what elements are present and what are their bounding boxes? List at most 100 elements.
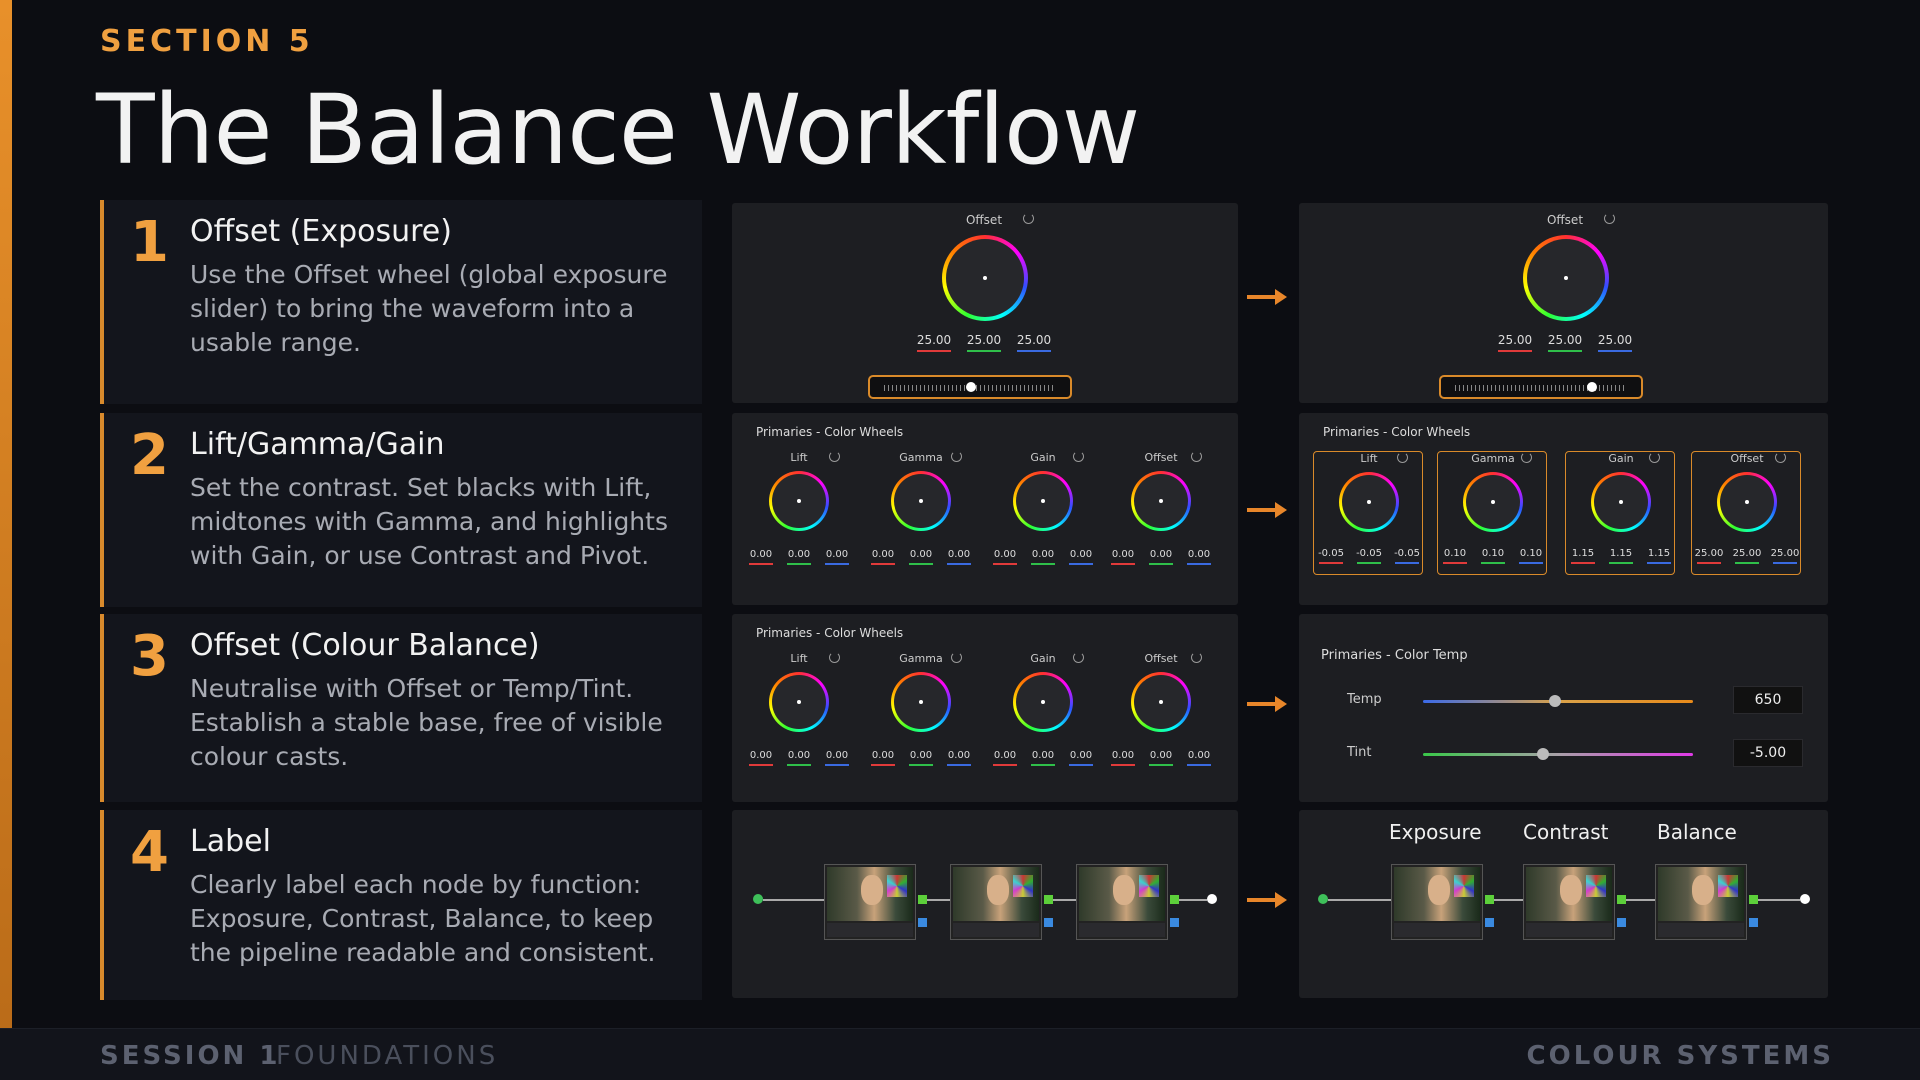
red-value[interactable]: 1.15 [1567, 548, 1599, 564]
green-value[interactable]: 0.00 [905, 549, 937, 565]
reset-icon[interactable] [1023, 213, 1034, 224]
node-thumbnail [827, 867, 913, 921]
reset-icon[interactable] [951, 652, 962, 663]
green-value[interactable]: 1.15 [1605, 548, 1637, 564]
red-value[interactable]: 0.00 [867, 549, 899, 565]
temp-slider-knob[interactable] [1549, 695, 1561, 707]
gamma-color-wheel[interactable] [891, 471, 951, 531]
tint-slider-track[interactable] [1423, 753, 1693, 756]
graph-output-dot[interactable] [1800, 894, 1810, 904]
blue-value[interactable]: -0.05 [1391, 548, 1423, 564]
offset-color-wheel[interactable] [1131, 471, 1191, 531]
corrector-node[interactable] [950, 864, 1042, 940]
red-value[interactable]: 0.10 [1439, 548, 1471, 564]
gamma-color-wheel[interactable] [1463, 472, 1523, 532]
green-value[interactable]: 0.00 [1027, 750, 1059, 766]
blue-value[interactable]: 0.00 [1065, 750, 1097, 766]
reset-icon[interactable] [1775, 452, 1786, 463]
reset-icon[interactable] [1191, 451, 1202, 462]
red-value[interactable]: 0.00 [989, 549, 1021, 565]
reset-icon[interactable] [1649, 452, 1660, 463]
key-output-handle[interactable] [1170, 918, 1179, 927]
key-output-handle[interactable] [1749, 918, 1758, 927]
red-value[interactable]: 0.00 [989, 750, 1021, 766]
offset-color-wheel[interactable] [1131, 672, 1191, 732]
corrector-node[interactable] [1523, 864, 1615, 940]
key-output-handle[interactable] [1485, 918, 1494, 927]
blue-value[interactable]: 0.00 [943, 549, 975, 565]
offset-color-wheel[interactable] [942, 235, 1028, 321]
blue-value[interactable]: 25.00 [1769, 548, 1801, 564]
red-value[interactable]: 0.00 [1107, 750, 1139, 766]
reset-icon[interactable] [829, 451, 840, 462]
blue-value[interactable]: 0.00 [1183, 549, 1215, 565]
gain-color-wheel[interactable] [1013, 471, 1073, 531]
rgb-output-handle[interactable] [1485, 895, 1494, 904]
red-value[interactable]: 0.00 [745, 750, 777, 766]
reset-icon[interactable] [1191, 652, 1202, 663]
green-value[interactable]: 25.00 [963, 333, 1005, 352]
lift-color-wheel[interactable] [1339, 472, 1399, 532]
graph-input-dot[interactable] [753, 894, 763, 904]
red-value[interactable]: -0.05 [1315, 548, 1347, 564]
tint-slider-knob[interactable] [1537, 748, 1549, 760]
blue-value[interactable]: 0.00 [943, 750, 975, 766]
rgb-output-handle[interactable] [918, 895, 927, 904]
green-value[interactable]: 0.00 [1145, 750, 1177, 766]
graph-input-dot[interactable] [1318, 894, 1328, 904]
key-output-handle[interactable] [918, 918, 927, 927]
reset-icon[interactable] [951, 451, 962, 462]
blue-value[interactable]: 0.00 [1183, 750, 1215, 766]
green-value[interactable]: 0.00 [1027, 549, 1059, 565]
lift-color-wheel[interactable] [769, 471, 829, 531]
offset-master-slider[interactable] [868, 375, 1072, 399]
offset-master-slider[interactable] [1439, 375, 1643, 399]
red-value[interactable]: 0.00 [745, 549, 777, 565]
reset-icon[interactable] [829, 652, 840, 663]
key-output-handle[interactable] [1044, 918, 1053, 927]
red-value[interactable]: 0.00 [867, 750, 899, 766]
offset-color-wheel[interactable] [1717, 472, 1777, 532]
tint-value-field[interactable]: -5.00 [1733, 739, 1803, 767]
red-value[interactable]: 25.00 [1693, 548, 1725, 564]
blue-value[interactable]: 0.00 [1065, 549, 1097, 565]
rgb-output-handle[interactable] [1617, 895, 1626, 904]
rgb-output-handle[interactable] [1749, 895, 1758, 904]
blue-value[interactable]: 1.15 [1643, 548, 1675, 564]
reset-icon[interactable] [1073, 652, 1084, 663]
reset-icon[interactable] [1397, 452, 1408, 463]
reset-icon[interactable] [1604, 213, 1615, 224]
green-value[interactable]: -0.05 [1353, 548, 1385, 564]
green-value[interactable]: 25.00 [1731, 548, 1763, 564]
reset-icon[interactable] [1073, 451, 1084, 462]
red-value[interactable]: 0.00 [1107, 549, 1139, 565]
blue-value[interactable]: 0.00 [821, 549, 853, 565]
corrector-node[interactable] [824, 864, 916, 940]
corrector-node[interactable] [1391, 864, 1483, 940]
reset-icon[interactable] [1521, 452, 1532, 463]
offset-color-wheel[interactable] [1523, 235, 1609, 321]
rgb-output-handle[interactable] [1170, 895, 1179, 904]
graph-output-dot[interactable] [1207, 894, 1217, 904]
blue-value[interactable]: 0.00 [821, 750, 853, 766]
key-output-handle[interactable] [1617, 918, 1626, 927]
lift-color-wheel[interactable] [769, 672, 829, 732]
red-value[interactable]: 25.00 [1494, 333, 1536, 352]
gamma-color-wheel[interactable] [891, 672, 951, 732]
gain-color-wheel[interactable] [1591, 472, 1651, 532]
green-value[interactable]: 0.00 [1145, 549, 1177, 565]
green-value[interactable]: 0.00 [905, 750, 937, 766]
corrector-node[interactable] [1076, 864, 1168, 940]
corrector-node[interactable] [1655, 864, 1747, 940]
blue-value[interactable]: 0.10 [1515, 548, 1547, 564]
green-value[interactable]: 25.00 [1544, 333, 1586, 352]
gain-color-wheel[interactable] [1013, 672, 1073, 732]
red-value[interactable]: 25.00 [913, 333, 955, 352]
temp-value-field[interactable]: 650 [1733, 686, 1803, 714]
blue-value[interactable]: 25.00 [1594, 333, 1636, 352]
green-value[interactable]: 0.00 [783, 549, 815, 565]
green-value[interactable]: 0.10 [1477, 548, 1509, 564]
rgb-output-handle[interactable] [1044, 895, 1053, 904]
green-value[interactable]: 0.00 [783, 750, 815, 766]
blue-value[interactable]: 25.00 [1013, 333, 1055, 352]
